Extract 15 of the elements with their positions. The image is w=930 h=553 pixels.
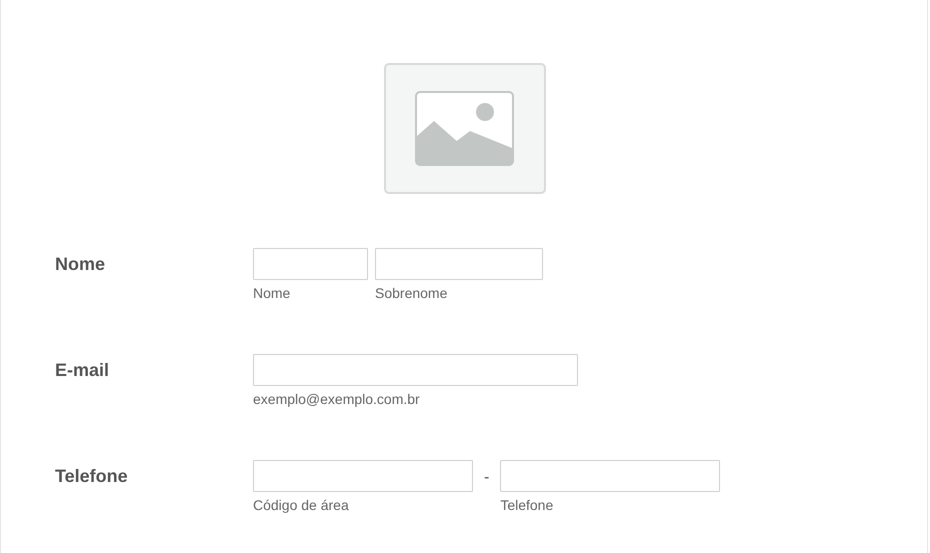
input-field[interactable] — [500, 460, 720, 492]
field-label: E-mail — [55, 359, 110, 382]
field-label: Nome — [55, 253, 106, 276]
input-field[interactable] — [375, 248, 543, 280]
input-field[interactable] — [253, 460, 473, 492]
input-field[interactable] — [253, 248, 368, 280]
field-sublabel: Código de área — [253, 496, 350, 514]
separator-text: - — [483, 468, 490, 488]
field-sublabel: Nome — [253, 284, 292, 302]
field-sublabel: Telefone — [500, 496, 554, 514]
field-label: Telefone — [55, 465, 129, 488]
field-sublabel: Sobrenome — [375, 284, 448, 302]
field-sublabel: exemplo@exemplo.com.br — [253, 390, 421, 408]
input-field[interactable] — [253, 354, 578, 386]
image-placeholder-icon — [384, 63, 546, 194]
